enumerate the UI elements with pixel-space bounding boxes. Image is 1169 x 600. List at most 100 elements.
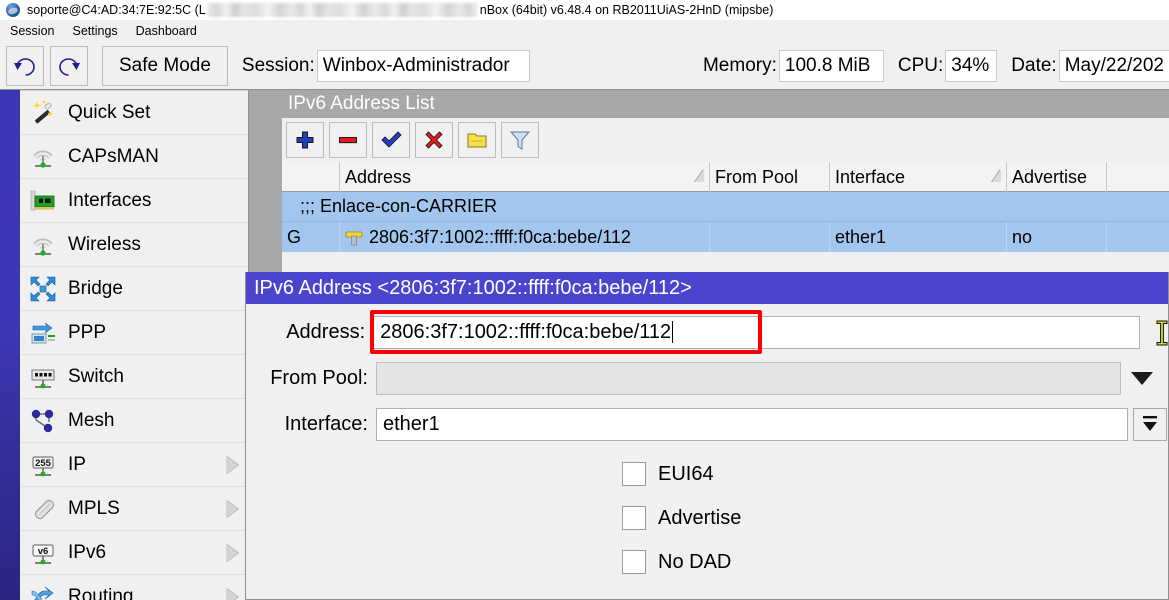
table-row[interactable]: G 2806:3f7:1002::ffff:f0ca:bebe/112 ethe… — [282, 222, 1169, 252]
memory-value: 100.8 MiB — [779, 50, 884, 82]
sidebar-item-ip[interactable]: 255 IP — [20, 443, 248, 487]
date-value: May/22/202 — [1059, 50, 1169, 82]
winbox-brand-strip: nBox — [0, 90, 20, 600]
sidebar-item-label: CAPsMAN — [68, 146, 159, 168]
add-button[interactable] — [286, 122, 324, 158]
advertise-label: Advertise — [658, 507, 741, 530]
check-icon — [379, 128, 403, 152]
menu-item-dashboard[interactable]: Dashboard — [128, 22, 205, 40]
interface-field-row: Interface: ether1 — [246, 406, 1168, 442]
comment-button[interactable] — [458, 122, 496, 158]
magic-wand-icon — [28, 98, 58, 128]
no-dad-checkbox-row[interactable]: No DAD — [246, 540, 1168, 584]
ppp-icon — [28, 318, 58, 348]
cell-advertise: no — [1007, 222, 1107, 252]
sidebar-item-label: Interfaces — [68, 190, 151, 212]
eui64-checkbox-row[interactable]: EUI64 — [246, 452, 1168, 496]
sidebar-item-label: Mesh — [68, 410, 114, 432]
plus-icon — [293, 128, 317, 152]
sidebar-item-capsman[interactable]: CAPsMAN — [20, 135, 248, 179]
sidebar-item-label: Quick Set — [68, 102, 150, 124]
menu-item-session[interactable]: Session — [2, 22, 62, 40]
dialog-body: Address: 2806:3f7:1002::ffff:f0ca:bebe/1… — [246, 304, 1168, 584]
enable-button[interactable] — [372, 122, 410, 158]
undo-arrow-icon — [12, 54, 38, 78]
column-header-interface[interactable]: Interface — [830, 162, 1007, 192]
column-header-spacer — [1107, 162, 1169, 192]
table-comment-row[interactable]: ;;; Enlace-con-CARRIER — [282, 192, 1169, 222]
date-label: Date: — [1011, 55, 1056, 77]
address-input[interactable]: 2806:3f7:1002::ffff:f0ca:bebe/112 — [373, 316, 1140, 349]
sidebar-item-mesh[interactable]: Mesh — [20, 399, 248, 443]
sidebar-item-switch[interactable]: Switch — [20, 355, 248, 399]
chevron-right-icon — [226, 500, 238, 518]
sidebar-item-bridge[interactable]: Bridge — [20, 267, 248, 311]
chevron-right-icon — [226, 456, 238, 474]
undo-button[interactable] — [6, 46, 44, 86]
column-header-advertise[interactable]: Advertise — [1007, 162, 1107, 192]
menu-bar: Session Settings Dashboard — [0, 20, 1169, 42]
sidebar-item-label: Routing — [68, 586, 134, 600]
ipv6-address-table: Address From Pool Interface Advertise ;;… — [282, 162, 1169, 252]
from-pool-input[interactable] — [376, 362, 1121, 395]
redo-button[interactable] — [50, 46, 88, 86]
sidebar-item-interfaces[interactable]: Interfaces — [20, 179, 248, 223]
eui64-label: EUI64 — [658, 463, 714, 486]
cpu-value: 34% — [945, 50, 997, 82]
from-pool-field-row: From Pool: — [246, 360, 1168, 396]
cell-spacer — [1107, 222, 1169, 252]
sidebar-menu: Quick Set CAPsMAN Interfaces — [20, 90, 248, 600]
sidebar-item-routing[interactable]: Routing — [20, 575, 248, 600]
sidebar-item-label: Bridge — [68, 278, 123, 300]
interface-label: Interface: — [246, 413, 376, 436]
redacted-title-region — [208, 3, 478, 17]
advertise-checkbox-row[interactable]: Advertise — [246, 496, 1168, 540]
column-header-flags[interactable] — [282, 162, 340, 192]
interface-input[interactable]: ether1 — [376, 408, 1128, 441]
sort-indicator-icon — [992, 169, 1001, 182]
sidebar-item-mpls[interactable]: MPLS — [20, 487, 248, 531]
interface-dropdown-button[interactable] — [1133, 408, 1167, 441]
window-title-suffix: nBox (64bit) v6.48.4 on RB2011UiAS-2HnD … — [480, 3, 774, 17]
disable-button[interactable] — [415, 122, 453, 158]
memory-label: Memory: — [703, 55, 777, 77]
table-header-row: Address From Pool Interface Advertise — [282, 162, 1169, 192]
cell-from-pool — [710, 222, 830, 252]
sidebar-item-wireless[interactable]: Wireless — [20, 223, 248, 267]
filter-button[interactable] — [501, 122, 539, 158]
ipv6-address-list-title: IPv6 Address List — [282, 90, 1169, 118]
eui64-checkbox[interactable] — [622, 462, 646, 486]
main-toolbar: Safe Mode Session: Winbox-Administrador … — [0, 42, 1169, 90]
menu-item-settings[interactable]: Settings — [64, 22, 125, 40]
svg-text:v6: v6 — [38, 546, 49, 557]
column-header-label: Address — [345, 167, 411, 188]
text-caret — [672, 321, 673, 343]
session-value-field[interactable]: Winbox-Administrador — [317, 50, 530, 82]
cpu-label: CPU: — [898, 55, 943, 77]
minus-icon — [336, 128, 360, 152]
column-header-from-pool[interactable]: From Pool — [710, 162, 830, 192]
session-label: Session: — [242, 55, 315, 77]
column-header-label: Interface — [835, 167, 905, 188]
sidebar-item-label: PPP — [68, 322, 106, 344]
winbox-logo-icon — [6, 3, 20, 17]
ip-255-icon: 255 — [28, 450, 58, 480]
remove-button[interactable] — [329, 122, 367, 158]
chevron-right-icon — [226, 544, 238, 562]
ipv6-address-dialog: IPv6 Address <2806:3f7:1002::ffff:f0ca:b… — [245, 272, 1169, 600]
advertise-checkbox[interactable] — [622, 506, 646, 530]
switch-icon — [28, 362, 58, 392]
no-dad-checkbox[interactable] — [622, 550, 646, 574]
ipv6-icon: v6 — [28, 538, 58, 568]
sidebar-item-ipv6[interactable]: v6 IPv6 — [20, 531, 248, 575]
chevron-down-icon[interactable] — [1131, 372, 1153, 385]
mesh-nodes-icon — [28, 406, 58, 436]
column-header-address[interactable]: Address — [340, 162, 710, 192]
window-title-bar: soporte@C4:AD:34:7E:92:5C (L nBox (64bit… — [0, 0, 1169, 20]
sidebar-item-ppp[interactable]: PPP — [20, 311, 248, 355]
mpls-tag-icon — [28, 494, 58, 524]
cell-interface: ether1 — [830, 222, 1007, 252]
safe-mode-button[interactable]: Safe Mode — [102, 46, 228, 86]
redo-arrow-icon — [56, 54, 82, 78]
sidebar-item-quick-set[interactable]: Quick Set — [20, 91, 248, 135]
